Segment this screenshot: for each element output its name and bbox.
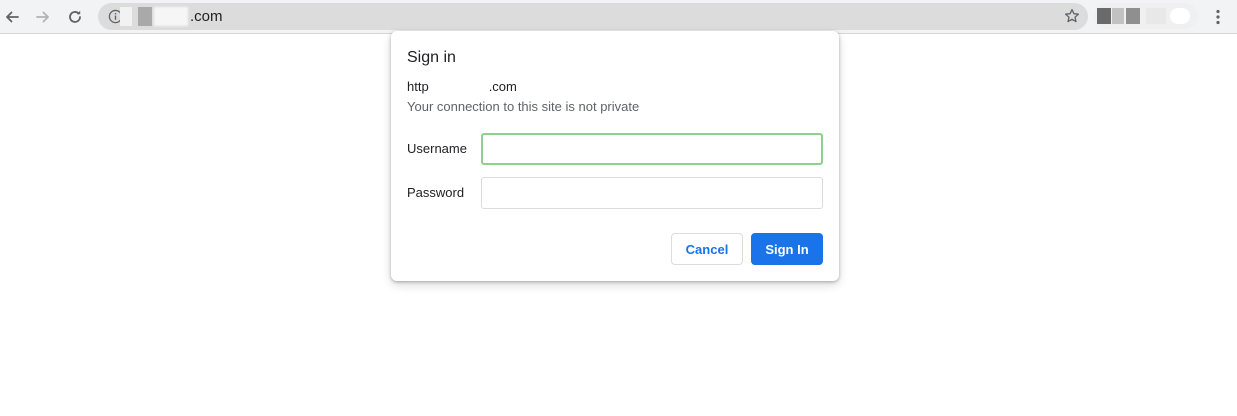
dialog-title: Sign in [407,49,456,66]
username-label: Username [407,141,467,156]
password-input[interactable] [481,177,823,209]
sign-in-dialog: Sign in http .com Your connection to this… [391,31,839,281]
star-icon[interactable] [1064,8,1080,24]
redacted-extension [1097,8,1111,24]
forward-icon[interactable] [31,5,55,29]
redacted-extension [1112,8,1124,24]
browser-toolbar: .com [0,0,1237,34]
reload-icon[interactable] [63,5,87,29]
dialog-origin: http .com [407,78,517,95]
back-icon[interactable] [0,5,24,29]
origin-prefix: http [407,79,429,94]
redacted-profile [1170,8,1190,24]
address-bar[interactable]: .com [98,3,1088,30]
extensions-area [1094,3,1198,29]
cancel-button[interactable]: Cancel [671,233,743,265]
username-input[interactable] [481,133,823,165]
redacted-extension [1126,8,1140,24]
url-text: .com [190,8,223,25]
more-menu-icon[interactable] [1208,6,1228,28]
origin-suffix: .com [488,79,517,94]
redacted-url-segment [120,7,132,26]
sign-in-button[interactable]: Sign In [751,233,823,265]
redacted-extension [1146,8,1166,24]
connection-warning: Your connection to this site is not priv… [407,99,640,114]
redacted-origin [428,79,489,93]
redacted-url-segment [154,7,188,26]
redacted-url-segment [138,7,152,26]
password-label: Password [407,185,465,200]
